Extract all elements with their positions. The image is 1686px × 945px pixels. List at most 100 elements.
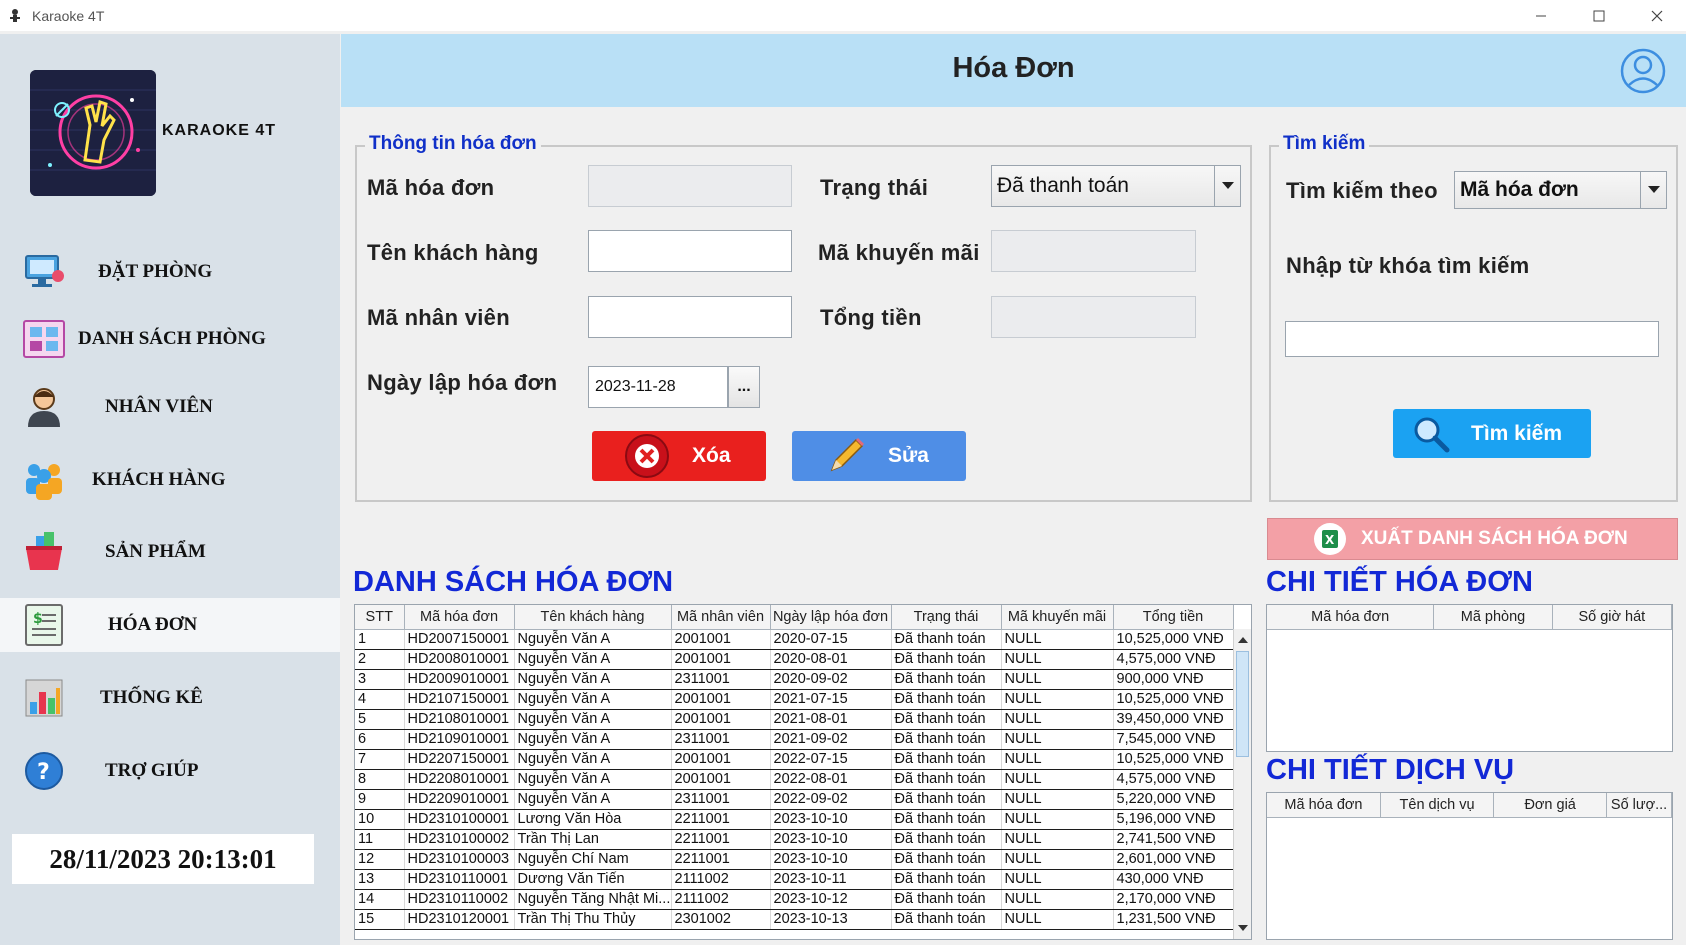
table-row[interactable]: 3 HD2009010001 Nguyễn Văn A 2311001 2020-09-… [355, 669, 1234, 690]
column-header[interactable]: Mã hóa đơn [404, 605, 515, 630]
delete-icon [625, 434, 669, 478]
table-row[interactable]: 7 HD2207150001 Nguyễn Văn A 2001001 2022-07-… [355, 749, 1234, 770]
column-header[interactable]: Trạng thái [891, 605, 1002, 630]
table-cell: 2211001 [671, 809, 771, 830]
table-row[interactable]: 11 HD2310100002 Trần Thị Lan 2211001 2023-10… [355, 829, 1234, 850]
table-cell: 8 [355, 769, 405, 790]
table-cell: Đã thanh toán [891, 729, 1002, 750]
table-cell: 2023-10-13 [770, 909, 892, 930]
column-header[interactable]: Số giờ hát [1552, 605, 1672, 630]
search-keyword-input[interactable] [1285, 321, 1659, 357]
promo-code-field[interactable] [991, 230, 1196, 272]
invoice-table[interactable]: STT Mã hóa đơn Tên khách hàng Mã nhân viên N… [354, 604, 1252, 940]
sidebar-item-employees[interactable]: NHÂN VIÊN [0, 380, 340, 434]
table-row[interactable]: 2 HD2008010001 Nguyễn Văn A 2001001 2020-08-… [355, 649, 1234, 670]
table-row[interactable]: 5 HD2108010001 Nguyễn Văn A 2001001 2021-08-… [355, 709, 1234, 730]
search-button[interactable]: Tìm kiếm [1393, 409, 1591, 458]
table-row[interactable]: 1 HD2007150001 Nguyễn Văn A 2001001 2020-07-… [355, 629, 1234, 650]
column-header[interactable]: STT [355, 605, 405, 630]
table-cell: NULL [1001, 809, 1114, 830]
table-cell: 5 [355, 709, 405, 730]
sidebar-item-booking[interactable]: ĐẶT PHÒNG [0, 245, 340, 299]
close-button[interactable] [1628, 0, 1686, 31]
table-row[interactable]: 10 HD2310100001 Lương Văn Hòa 2211001 2023-1… [355, 809, 1234, 830]
table-row[interactable]: 6 HD2109010001 Nguyễn Văn A 2311001 2021-09-… [355, 729, 1234, 750]
table-cell: Nguyễn Chí Nam [514, 849, 672, 870]
edit-button[interactable]: Sửa [792, 431, 966, 481]
invoice-date-field[interactable]: 2023-11-28 [588, 366, 728, 408]
sidebar-item-label: THỐNG KÊ [100, 687, 203, 708]
table-cell: 2020-09-02 [770, 669, 892, 690]
search-panel-title: Tìm kiếm [1279, 133, 1370, 155]
column-header[interactable]: Tên dịch vụ [1380, 793, 1495, 818]
sidebar-item-products[interactable]: SẢN PHẨM [0, 525, 340, 579]
column-header[interactable]: Mã phòng [1433, 605, 1553, 630]
table-row[interactable]: 12 HD2310100003 Nguyễn Chí Nam 2211001 2023-… [355, 849, 1234, 870]
delete-button[interactable]: Xóa [592, 431, 766, 481]
date-picker-button[interactable]: ... [728, 366, 760, 408]
column-header[interactable]: Ngày lập hóa đơn [770, 605, 892, 630]
table-cell: 2 [355, 649, 405, 670]
column-header[interactable]: Đơn giá [1493, 793, 1608, 818]
scroll-thumb[interactable] [1236, 651, 1249, 757]
table-cell: 2,170,000 VNĐ [1113, 889, 1234, 910]
sidebar-item-statistics[interactable]: THỐNG KÊ [0, 671, 340, 725]
table-row[interactable]: 15 HD2310120001 Trần Thị Thu Thủy 2301002 20… [355, 909, 1234, 930]
table-row[interactable]: 13 HD2310110001 Dương Văn Tiến 2111002 2023-… [355, 869, 1234, 890]
table-cell: Nguyễn Văn A [514, 749, 672, 770]
table-cell: NULL [1001, 729, 1114, 750]
table-cell: HD2209010001 [404, 789, 515, 810]
table-cell: 9 [355, 789, 405, 810]
table-row[interactable]: 14 HD2310110002 Nguyễn Tăng Nhật Mi... 2111… [355, 889, 1234, 910]
sidebar-item-invoices[interactable]: $ HÓA ĐƠN [0, 598, 340, 652]
column-header[interactable]: Số lượ... [1606, 793, 1672, 818]
datetime-clock: 28/11/2023 20:13:01 [12, 834, 314, 884]
table-row[interactable]: 8 HD2208010001 Nguyễn Văn A 2001001 2022-08-… [355, 769, 1234, 790]
window-title: Karaoke 4T [32, 7, 105, 24]
user-avatar-icon[interactable] [1620, 48, 1666, 94]
minimize-button[interactable] [1512, 0, 1570, 31]
table-cell: 2,741,500 VNĐ [1113, 829, 1234, 850]
table-cell: 1 [355, 629, 405, 650]
scroll-down-icon[interactable] [1234, 919, 1252, 937]
invoice-table-scrollbar[interactable] [1233, 629, 1251, 939]
customer-name-label: Tên khách hàng [367, 240, 539, 265]
scroll-up-icon[interactable] [1234, 631, 1252, 649]
table-cell: Nguyễn Văn A [514, 629, 672, 650]
table-cell: 2022-09-02 [770, 789, 892, 810]
table-cell: 2301002 [671, 909, 771, 930]
status-select[interactable]: Đã thanh toán [991, 165, 1241, 207]
sidebar-item-help[interactable]: ? TRỢ GIÚP [0, 744, 340, 798]
search-icon [1414, 417, 1450, 452]
table-cell: Đã thanh toán [891, 649, 1002, 670]
table-row[interactable]: 9 HD2209010001 Nguyễn Văn A 2311001 2022-09-… [355, 789, 1234, 810]
sidebar-item-room-list[interactable]: DANH SÁCH PHÒNG [0, 312, 340, 366]
promo-code-label: Mã khuyến mãi [818, 240, 980, 265]
column-header[interactable]: Mã khuyến mãi [1001, 605, 1114, 630]
table-row[interactable]: 4 HD2107150001 Nguyễn Văn A 2001001 2021-07-… [355, 689, 1234, 710]
table-cell: 13 [355, 869, 405, 890]
customer-name-field[interactable] [588, 230, 792, 272]
table-cell: 1,231,500 VNĐ [1113, 909, 1234, 930]
table-cell: 2211001 [671, 829, 771, 850]
total-amount-label: Tổng tiền [820, 305, 922, 330]
table-cell: Đã thanh toán [891, 809, 1002, 830]
column-header[interactable]: Mã hóa đơn [1267, 605, 1435, 630]
search-by-select[interactable]: Mã hóa đơn [1454, 171, 1667, 209]
table-cell: NULL [1001, 629, 1114, 650]
table-cell: NULL [1001, 709, 1114, 730]
employee-id-field[interactable] [588, 296, 792, 338]
invoice-id-field[interactable] [588, 165, 792, 207]
sidebar-item-customers[interactable]: KHÁCH HÀNG [0, 453, 340, 507]
column-header[interactable]: Mã nhân viên [671, 605, 771, 630]
service-detail-table[interactable]: Mã hóa đơn Tên dịch vụ Đơn giá Số lượ... [1266, 792, 1673, 940]
products-icon [26, 532, 62, 570]
column-header[interactable]: Tên khách hàng [514, 605, 672, 630]
table-cell: 10,525,000 VNĐ [1113, 629, 1234, 650]
column-header[interactable]: Tổng tiền [1113, 605, 1234, 630]
total-amount-field[interactable] [991, 296, 1196, 338]
maximize-button[interactable] [1570, 0, 1628, 31]
export-invoices-button[interactable]: X XUẤT DANH SÁCH HÓA ĐƠN [1267, 518, 1678, 560]
invoice-detail-table[interactable]: Mã hóa đơn Mã phòng Số giờ hát [1266, 604, 1673, 752]
column-header[interactable]: Mã hóa đơn [1267, 793, 1381, 818]
